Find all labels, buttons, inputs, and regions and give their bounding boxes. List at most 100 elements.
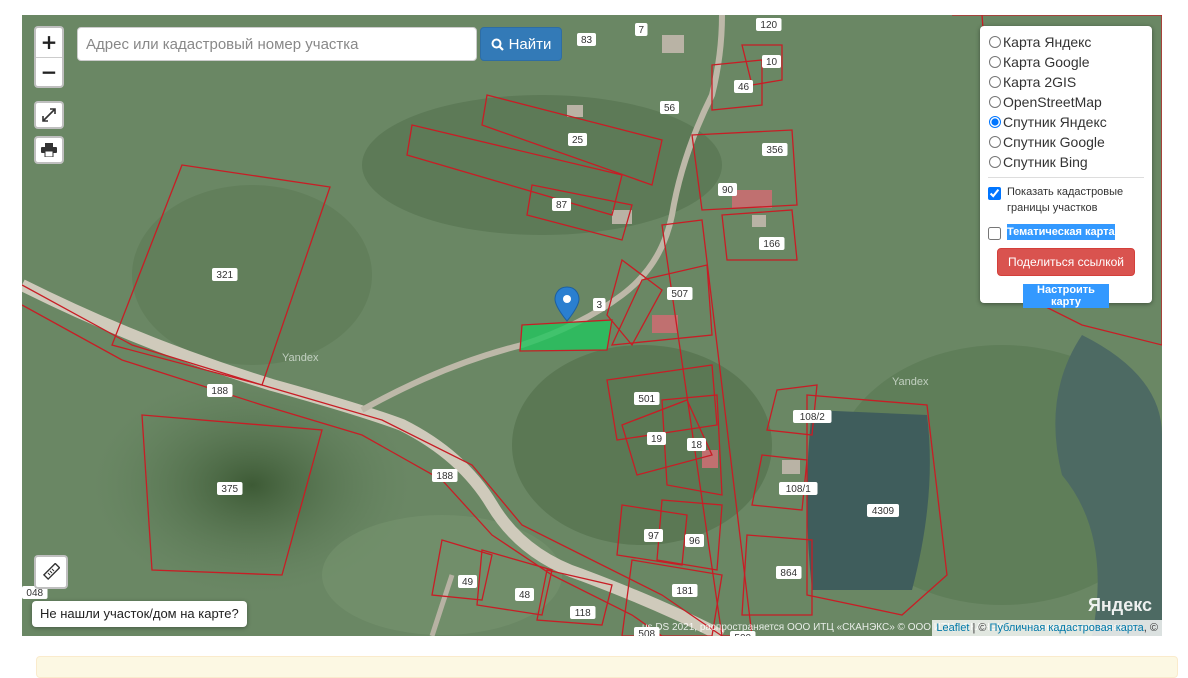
parcel-label[interactable]: 375 xyxy=(217,482,243,495)
svg-text:048: 048 xyxy=(26,588,43,599)
svg-text:118: 118 xyxy=(575,608,591,619)
layer-option[interactable]: Спутник Google xyxy=(988,132,1144,152)
map-watermark: Yandex xyxy=(282,352,319,364)
pkk-link[interactable]: Публичная кадастровая карта xyxy=(990,622,1144,634)
zoom-in-button[interactable]: + xyxy=(36,28,62,58)
parcel-label[interactable]: 10 xyxy=(762,55,781,68)
svg-text:500: 500 xyxy=(734,633,751,636)
layer-option-label: OpenStreetMap xyxy=(1003,94,1102,110)
svg-text:120: 120 xyxy=(760,20,777,31)
parcel-label[interactable]: 25 xyxy=(568,133,587,146)
configure-map-link[interactable]: Настроить карту xyxy=(1023,284,1109,308)
svg-text:108/1: 108/1 xyxy=(786,484,811,495)
show-boundaries-option[interactable]: Показать кадастровые границы участков xyxy=(988,184,1144,216)
thematic-map-label: Тематическая карта xyxy=(1007,224,1115,240)
layer-option[interactable]: Спутник Bing xyxy=(988,152,1144,172)
layer-option-label: Спутник Google xyxy=(1003,134,1105,150)
yandex-logo: Яндекс xyxy=(1087,595,1152,615)
layer-radio[interactable] xyxy=(989,36,1001,48)
svg-text:108/2: 108/2 xyxy=(800,412,825,423)
layer-radio[interactable] xyxy=(989,156,1001,168)
search-input[interactable] xyxy=(77,27,477,61)
layer-option-label: Спутник Яндекс xyxy=(1003,114,1107,130)
parcel-label[interactable]: 19 xyxy=(647,432,666,445)
layer-option-label: Спутник Bing xyxy=(1003,154,1088,170)
expand-icon xyxy=(42,108,56,122)
parcel-label[interactable]: 7 xyxy=(635,23,648,36)
layer-option[interactable]: Карта Google xyxy=(988,52,1144,72)
svg-text:96: 96 xyxy=(689,536,701,547)
show-boundaries-checkbox[interactable] xyxy=(988,187,1001,200)
parcel-label[interactable]: 118 xyxy=(570,606,596,619)
svg-text:18: 18 xyxy=(691,440,703,451)
search-icon xyxy=(491,38,504,51)
parcel-label[interactable]: 90 xyxy=(718,183,737,196)
leaflet-link[interactable]: Leaflet xyxy=(936,622,969,634)
layer-option[interactable]: Карта 2GIS xyxy=(988,72,1144,92)
parcel-label[interactable]: 188 xyxy=(207,384,233,397)
svg-text:49: 49 xyxy=(462,577,474,588)
thematic-map-option[interactable]: Тематическая карта xyxy=(988,224,1144,240)
parcel-label[interactable]: 3 xyxy=(593,298,606,311)
parcel-label[interactable]: 507 xyxy=(667,287,693,300)
map-watermark: Yandex xyxy=(892,376,929,388)
parcel-label[interactable]: 46 xyxy=(734,80,753,93)
parcel-label[interactable]: 56 xyxy=(660,101,679,114)
parcel-label[interactable]: 49 xyxy=(458,575,477,588)
svg-text:181: 181 xyxy=(676,586,693,597)
parcel-label[interactable]: 96 xyxy=(685,534,704,547)
parcel-label[interactable]: 356 xyxy=(762,143,788,156)
svg-text:501: 501 xyxy=(638,394,655,405)
parcel-label[interactable]: 181 xyxy=(672,584,698,597)
thematic-map-checkbox[interactable] xyxy=(988,227,1001,240)
parcel-label[interactable]: 108/1 xyxy=(779,482,818,495)
layer-radio[interactable] xyxy=(989,76,1001,88)
parcel-label[interactable]: 97 xyxy=(644,529,663,542)
find-button[interactable]: Найти xyxy=(480,27,562,61)
panel-divider xyxy=(988,177,1144,178)
layer-option[interactable]: OpenStreetMap xyxy=(988,92,1144,112)
not-found-button[interactable]: Не нашли участок/дом на карте? xyxy=(32,601,247,627)
svg-text:864: 864 xyxy=(780,568,797,579)
svg-text:25: 25 xyxy=(572,135,584,146)
parcel-label[interactable]: 48 xyxy=(515,588,534,601)
share-link-button[interactable]: Поделиться ссылкой xyxy=(997,248,1135,276)
layer-option[interactable]: Карта Яндекс xyxy=(988,32,1144,52)
layer-radio[interactable] xyxy=(989,136,1001,148)
print-icon xyxy=(41,143,57,157)
parcel-label[interactable]: 188 xyxy=(432,469,458,482)
svg-text:97: 97 xyxy=(648,531,660,542)
svg-text:375: 375 xyxy=(221,484,238,495)
zoom-control: + − xyxy=(34,26,64,88)
parcel-label[interactable]: 321 xyxy=(212,268,238,281)
parcel-label[interactable]: 18 xyxy=(687,438,706,451)
svg-text:3: 3 xyxy=(596,300,602,311)
layer-radio[interactable] xyxy=(989,96,1001,108)
layer-radio[interactable] xyxy=(989,116,1001,128)
parcel-label[interactable]: 87 xyxy=(552,198,571,211)
map-view[interactable]: 7 83 120 10 46 56 25 356 90 87 166 321 3 507 188 501 19 1… xyxy=(22,15,1162,636)
svg-text:7: 7 xyxy=(638,25,644,36)
parcel-label[interactable]: 83 xyxy=(577,33,596,46)
parcel-label[interactable]: 120 xyxy=(756,18,782,31)
layer-panel: Карта Яндекс Карта Google Карта 2GIS OpenSt… xyxy=(980,26,1152,308)
attribution-tail: , © xyxy=(1143,622,1158,634)
svg-text:19: 19 xyxy=(651,434,663,445)
fullscreen-button[interactable] xyxy=(34,101,64,129)
parcel-label[interactable]: 166 xyxy=(759,237,785,250)
svg-text:56: 56 xyxy=(664,103,676,114)
layer-option[interactable]: Спутник Яндекс xyxy=(988,112,1144,132)
parcel-label[interactable]: 864 xyxy=(776,566,802,579)
info-alert xyxy=(36,656,1178,678)
measure-button[interactable] xyxy=(34,555,68,589)
parcel-label[interactable]: 108/2 xyxy=(793,410,832,423)
parcel-label[interactable]: 4309 xyxy=(867,504,899,517)
print-button[interactable] xyxy=(34,136,64,164)
svg-text:46: 46 xyxy=(738,82,750,93)
svg-text:188: 188 xyxy=(211,386,228,397)
show-boundaries-label: Показать кадастровые границы участков xyxy=(1007,186,1124,214)
zoom-out-button[interactable]: − xyxy=(36,58,62,87)
layer-option-label: Карта Яндекс xyxy=(1003,34,1092,50)
parcel-label[interactable]: 501 xyxy=(634,392,660,405)
layer-radio[interactable] xyxy=(989,56,1001,68)
